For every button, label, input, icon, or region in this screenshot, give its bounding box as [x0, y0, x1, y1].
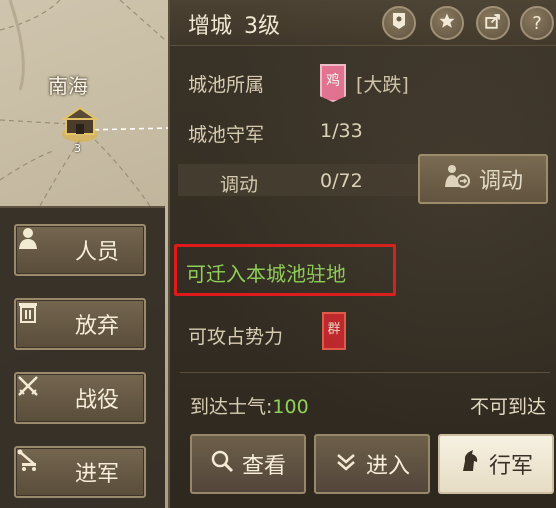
city-title-name: 增城 — [188, 14, 233, 39]
city-level-badge: 3 — [74, 142, 81, 155]
attackable-faction-flag-icon[interactable]: 群 — [322, 312, 346, 350]
march-button[interactable]: 行军 — [438, 434, 554, 494]
advance-button[interactable]: 进军 — [14, 446, 146, 498]
garrison-value: 1/33 — [320, 120, 363, 142]
flag-marker-button[interactable] — [382, 6, 416, 40]
divider — [180, 372, 550, 373]
personnel-button[interactable]: 人员 — [14, 224, 146, 276]
flag-marker-icon — [391, 12, 407, 35]
share-button[interactable] — [476, 6, 510, 40]
attackable-factions-label: 可攻占势力 — [188, 326, 284, 348]
crossed-swords-icon — [18, 376, 67, 411]
search-icon — [210, 449, 234, 479]
horse-icon — [459, 449, 481, 479]
enter-button-label: 进入 — [365, 454, 410, 479]
transfer-value: 0/72 — [320, 170, 363, 192]
relocate-hint: 可迁入本城池驻地 — [186, 262, 346, 286]
personnel-label: 人员 — [74, 240, 119, 265]
attackable-faction-char: 群 — [327, 322, 341, 337]
help-icon: ? — [532, 12, 542, 34]
garrison-label: 城池守军 — [188, 124, 265, 146]
transfer-label: 调动 — [220, 174, 259, 196]
troop-transfer-icon — [443, 163, 471, 195]
advance-label: 进军 — [74, 462, 119, 487]
map-city-name[interactable]: 南海 — [48, 70, 88, 99]
campaign-label: 战役 — [74, 388, 119, 413]
chevron-down-icon — [334, 449, 358, 479]
panel-header: 增城 3级 ? — [170, 0, 556, 46]
trash-icon — [19, 303, 67, 337]
reachability-status: 不可到达 — [469, 396, 546, 418]
city-title-level: 3级 — [244, 14, 281, 39]
owner-faction-flag-icon[interactable]: 鸡 — [320, 64, 346, 102]
campaign-button[interactable]: 战役 — [14, 372, 146, 424]
transfer-button[interactable]: 调动 — [418, 154, 548, 204]
march-button-label: 行军 — [488, 454, 533, 479]
owner-faction-name[interactable]: [大跌] — [356, 70, 409, 97]
star-icon — [438, 12, 456, 35]
arrival-morale-value: 100 — [272, 396, 309, 418]
city-title: 增城 3级 — [188, 8, 280, 40]
city-info-panel: 增城 3级 ? 城池所属 鸡 [大跌] 城池守军 1/33 调动 0/72 调动… — [168, 0, 556, 508]
arrival-morale: 到达士气:100 — [190, 392, 309, 419]
help-button[interactable]: ? — [520, 6, 554, 40]
view-button-label: 查看 — [241, 454, 286, 479]
catapult-icon — [17, 449, 67, 485]
side-action-bar: 人员 放弃 战役 进军 — [0, 206, 165, 508]
favorite-button[interactable] — [430, 6, 464, 40]
person-icon — [19, 228, 67, 263]
enter-button[interactable]: 进入 — [314, 434, 430, 494]
city-marker-icon[interactable] — [60, 104, 100, 144]
owner-faction-char: 鸡 — [326, 73, 340, 89]
abandon-button[interactable]: 放弃 — [14, 298, 146, 350]
arrival-morale-label: 到达士气: — [190, 396, 273, 418]
transfer-button-label: 调动 — [478, 169, 523, 194]
share-icon — [484, 12, 502, 35]
view-button[interactable]: 查看 — [190, 434, 306, 494]
abandon-label: 放弃 — [74, 314, 119, 339]
world-map[interactable]: 南海 3 人员 放弃 战役 进军 — [0, 0, 170, 508]
owner-label: 城池所属 — [188, 74, 265, 96]
